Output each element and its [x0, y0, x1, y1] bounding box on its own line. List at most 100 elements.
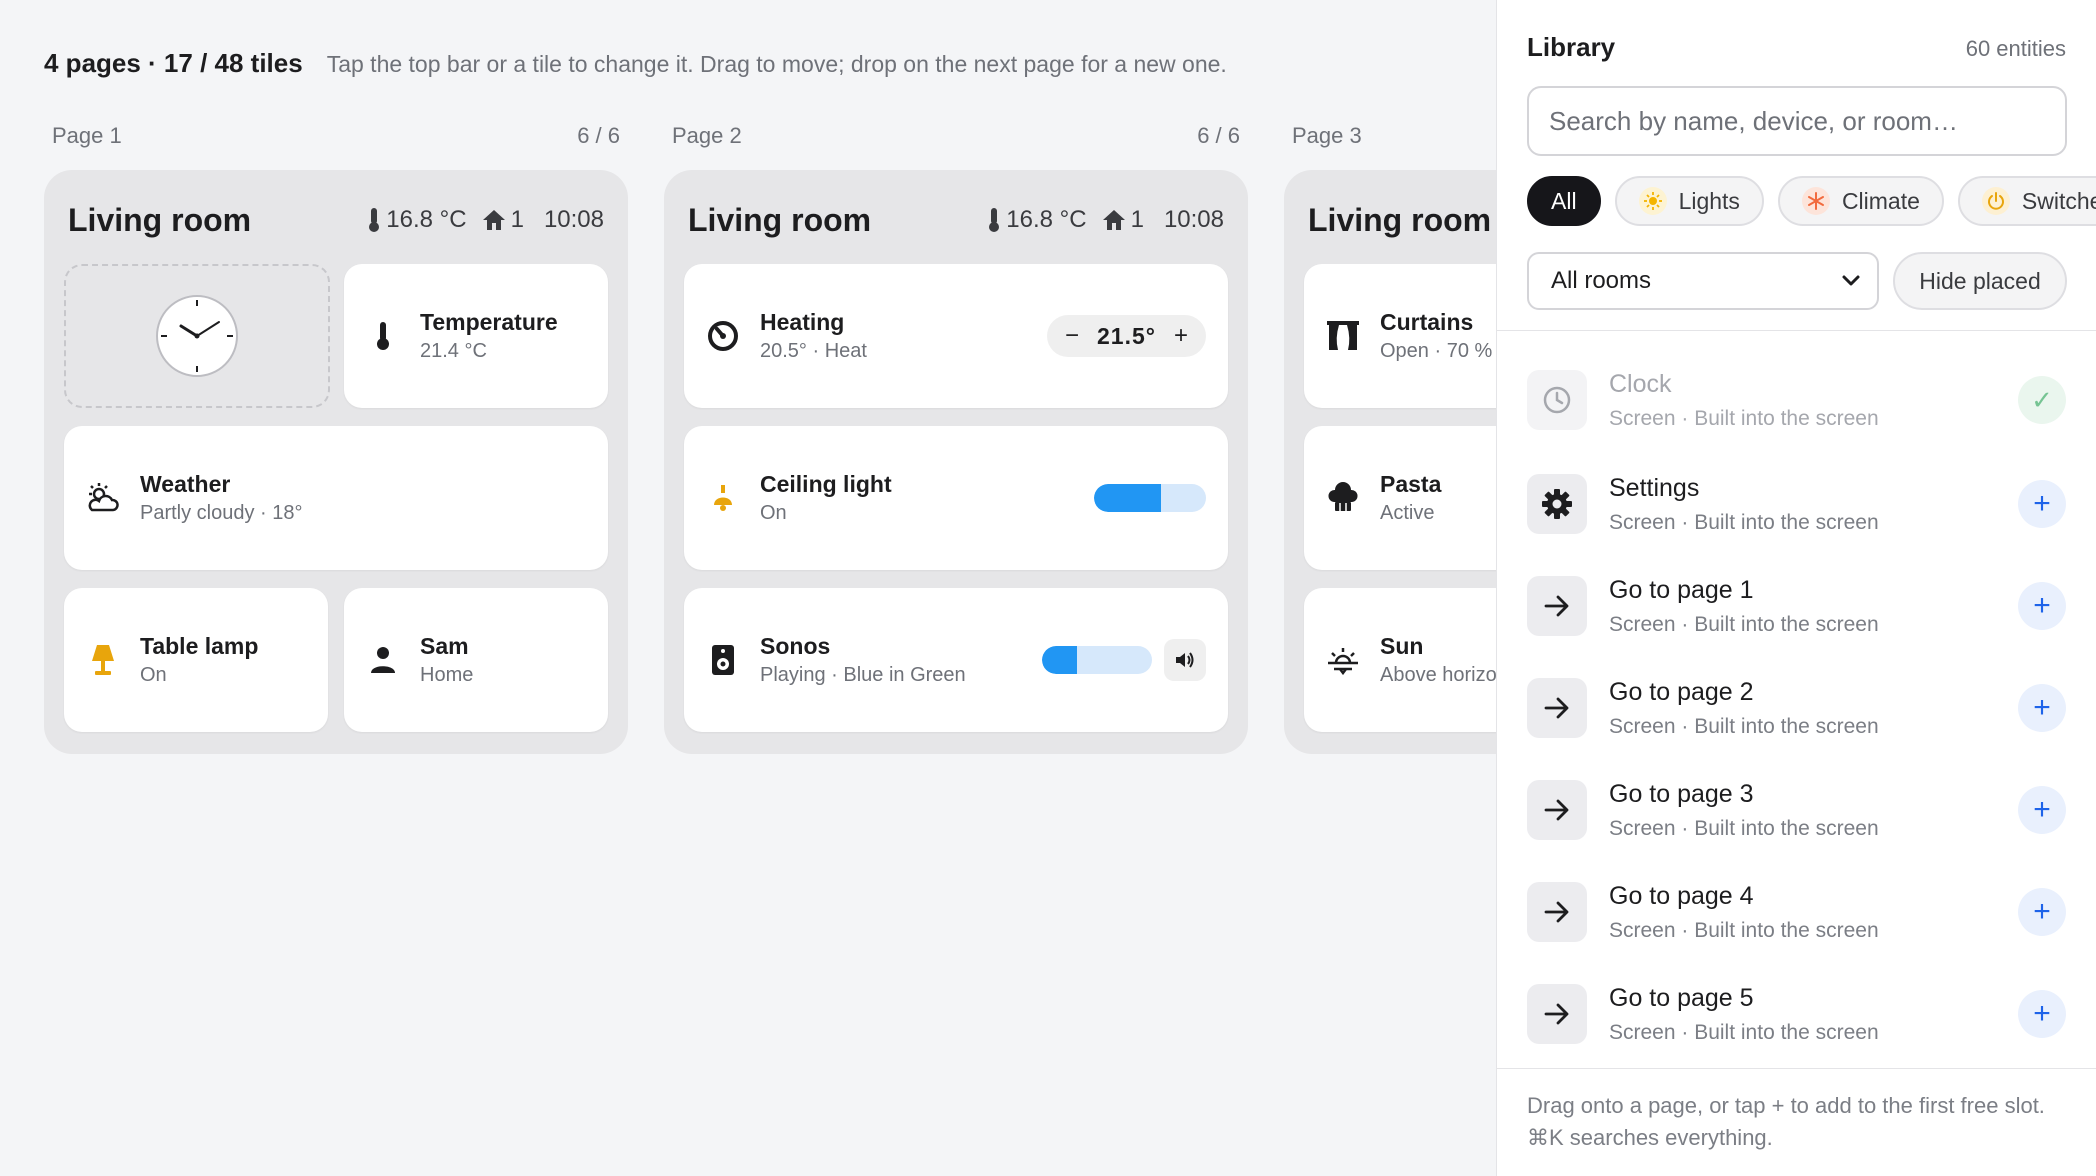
- page-2: Page 2 6 / 6 Living room 16.8 °C 1 10:08: [664, 118, 1248, 754]
- room-select[interactable]: All rooms: [1527, 252, 1879, 310]
- placed-check: ✓: [2018, 376, 2066, 424]
- lamp-icon: [92, 645, 114, 675]
- library-panel: Library 60 entities All Lights Climate S…: [1496, 0, 2096, 1176]
- heating-icon: [708, 321, 738, 351]
- clock-time: 10:08: [543, 206, 604, 233]
- person-icon: [371, 647, 395, 673]
- chip-lights[interactable]: Lights: [1614, 176, 1764, 226]
- library-title: Library: [1527, 32, 1616, 62]
- search-input[interactable]: [1527, 86, 2067, 156]
- editor-topbar: 4 pages · 17 / 48 tiles Tap the top bar …: [44, 48, 1227, 79]
- room-title: Living room: [1308, 201, 1492, 238]
- tile-state: Active: [1380, 502, 1435, 524]
- weather-tile[interactable]: Weather Partly cloudy · 18°: [64, 426, 608, 570]
- list-item-go-to-page-1[interactable]: Go to page 1 Screen · Built into the scr…: [1527, 558, 2066, 654]
- list-item-go-to-page-2[interactable]: Go to page 2 Screen · Built into the scr…: [1527, 660, 2066, 756]
- room-title: Living room: [68, 201, 252, 238]
- brightness-fill: [1094, 484, 1162, 512]
- sun-tile[interactable]: Sun Above horizon: [1304, 588, 1496, 732]
- page-card: Living room 16.8 °C 1 10:08: [44, 170, 628, 754]
- editor-hint: Tap the top bar or a tile to change it. …: [326, 51, 1227, 77]
- snowflake-icon: [1801, 187, 1830, 215]
- tile-state: Open · 70 %: [1380, 340, 1493, 362]
- add-button[interactable]: +: [2018, 888, 2066, 936]
- ceiling-light-tile[interactable]: Ceiling light On: [684, 426, 1228, 570]
- pasta-tile[interactable]: Pasta Active: [1304, 426, 1496, 570]
- item-name: Go to page 3: [1609, 779, 1754, 808]
- speaker-icon: [712, 645, 734, 675]
- list-item-go-to-page-5[interactable]: Go to page 5 Screen · Built into the scr…: [1527, 966, 2066, 1062]
- tile-state: Above horizon: [1380, 664, 1496, 686]
- tile-state: 20.5° · Heat: [760, 340, 867, 362]
- chip-label: Lights: [1678, 187, 1740, 214]
- tile-state: Home: [420, 664, 474, 686]
- list-item-settings[interactable]: Settings Screen · Built into the screen …: [1527, 456, 2066, 552]
- category-chips: All Lights Climate Switches: [1527, 176, 2096, 226]
- page-label: Page 1: [52, 123, 122, 148]
- page-header: Page 1 6 / 6: [44, 118, 628, 154]
- item-name: Clock: [1609, 369, 1672, 398]
- clock-tile[interactable]: [64, 264, 330, 408]
- room-select-value: All rooms: [1551, 267, 1652, 294]
- curtains-icon: [1327, 321, 1359, 350]
- chip-switches[interactable]: Switches: [1957, 176, 2096, 226]
- power-icon: [1981, 187, 2010, 215]
- page-top-bar[interactable]: Living room 16.8 °C 1 10:08: [68, 200, 604, 240]
- arrow-right-icon: [1544, 901, 1569, 923]
- library-header: Library 60 entities: [1527, 32, 2066, 63]
- ceiling-light-icon: [714, 485, 732, 511]
- chip-climate[interactable]: Climate: [1777, 176, 1944, 226]
- brightness-slider[interactable]: [1094, 484, 1206, 512]
- tile-name: Curtains: [1380, 309, 1474, 335]
- person-tile[interactable]: Sam Home: [344, 588, 608, 732]
- home-icon: [482, 210, 505, 230]
- volume-fill: [1042, 646, 1078, 674]
- page-label: Page 2: [672, 123, 742, 148]
- tile-state: Playing · Blue in Green: [760, 664, 966, 686]
- clock-icon: [156, 295, 238, 377]
- home-icon: [1102, 210, 1125, 230]
- curtains-tile[interactable]: Curtains Open · 70 %: [1304, 264, 1496, 408]
- mute-button[interactable]: [1164, 639, 1206, 681]
- hide-placed-button[interactable]: Hide placed: [1893, 252, 2067, 310]
- tile-name: Pasta: [1380, 471, 1442, 497]
- item-name: Go to page 5: [1609, 983, 1754, 1012]
- add-button[interactable]: +: [2018, 582, 2066, 630]
- page-1: Page 1 6 / 6 Living room 16.8 °C 1 10:08: [44, 118, 628, 754]
- increase-button[interactable]: +: [1174, 322, 1188, 350]
- sonos-tile[interactable]: Sonos Playing · Blue in Green: [684, 588, 1228, 732]
- tile-state: 21.4 °C: [420, 340, 487, 362]
- thermometer-icon: [369, 208, 380, 232]
- page-top-bar[interactable]: Living room: [1308, 200, 1496, 240]
- list-item-clock[interactable]: Clock Screen · Built into the screen ✓: [1527, 352, 2066, 448]
- item-name: Go to page 4: [1609, 881, 1754, 910]
- thermometer-icon: [377, 322, 389, 350]
- decrease-button[interactable]: −: [1065, 322, 1079, 350]
- add-button[interactable]: +: [2018, 990, 2066, 1038]
- add-button[interactable]: +: [2018, 480, 2066, 528]
- chip-all[interactable]: All: [1527, 176, 1601, 226]
- tile-state: On: [760, 502, 787, 524]
- tile-state: On: [140, 664, 167, 686]
- item-name: Go to page 1: [1609, 575, 1754, 604]
- chef-hat-icon: [1328, 482, 1358, 511]
- tile-name: Table lamp: [140, 633, 259, 659]
- chip-label: All: [1551, 187, 1577, 214]
- outdoor-temp: 16.8 °C: [386, 206, 467, 233]
- home-count: 1: [1130, 206, 1144, 233]
- chevron-down-icon: [1842, 275, 1860, 286]
- table-lamp-tile[interactable]: Table lamp On: [64, 588, 328, 732]
- setpoint-value: 21.5°: [1097, 322, 1156, 349]
- add-button[interactable]: +: [2018, 684, 2066, 732]
- list-item-go-to-page-4[interactable]: Go to page 4 Screen · Built into the scr…: [1527, 864, 2066, 960]
- temperature-tile[interactable]: Temperature 21.4 °C: [344, 264, 608, 408]
- item-name: Settings: [1609, 473, 1700, 502]
- clock-icon: [1543, 386, 1571, 414]
- tile-name: Sam: [420, 633, 469, 659]
- add-button[interactable]: +: [2018, 786, 2066, 834]
- page-top-bar[interactable]: Living room 16.8 °C 1 10:08: [688, 200, 1224, 240]
- list-item-go-to-page-3[interactable]: Go to page 3 Screen · Built into the scr…: [1527, 762, 2066, 858]
- arrow-right-icon: [1544, 1003, 1569, 1025]
- volume-slider[interactable]: [1042, 646, 1152, 674]
- heating-tile[interactable]: Heating 20.5° · Heat − 21.5° +: [684, 264, 1228, 408]
